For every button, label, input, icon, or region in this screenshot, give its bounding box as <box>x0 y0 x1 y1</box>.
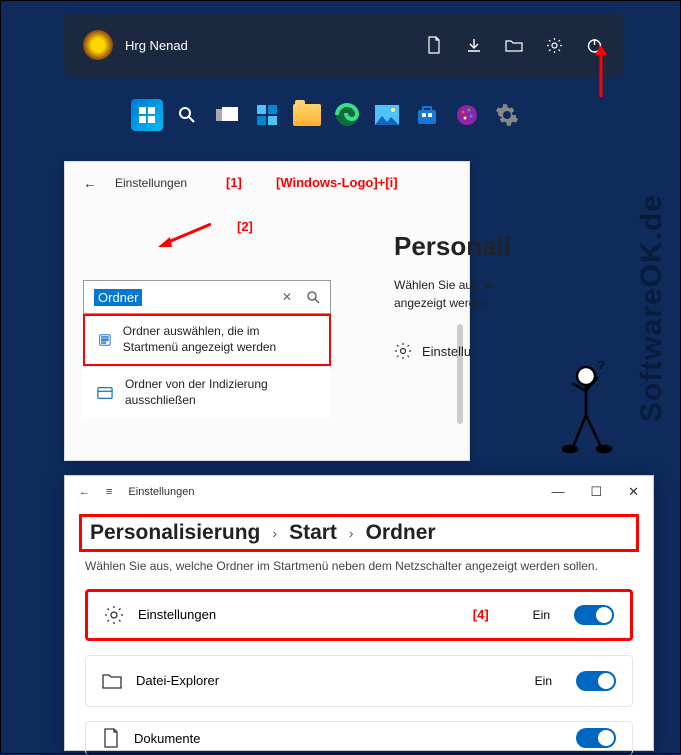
explorer-icon[interactable] <box>505 36 523 54</box>
chevron-icon: › <box>272 525 277 541</box>
store-icon[interactable] <box>411 99 443 131</box>
settings-title-2: Einstellungen <box>128 486 194 498</box>
minimize-icon[interactable]: — <box>551 484 564 500</box>
arrow-2 <box>595 45 607 97</box>
download-icon[interactable] <box>465 36 483 54</box>
annotation-1b: [Windows-Logo]+[i] <box>276 175 398 190</box>
taskview-icon[interactable] <box>211 99 243 131</box>
annotation-4: [4] <box>473 607 489 622</box>
row-label: Datei-Explorer <box>136 673 521 688</box>
menu-icon[interactable]: ≡ <box>106 486 112 498</box>
settings-title: Einstellungen <box>115 176 187 190</box>
row-label: Dokumente <box>134 731 562 746</box>
search-result-1[interactable]: Ordner auswählen, die im Startmenü angez… <box>83 314 331 366</box>
photos-icon[interactable] <box>371 99 403 131</box>
username[interactable]: Hrg Nenad <box>125 38 425 53</box>
breadcrumb: Personalisierung › Start › Ordner <box>79 514 639 552</box>
user-avatar[interactable] <box>83 30 113 60</box>
paint-icon[interactable] <box>451 99 483 131</box>
back-icon[interactable]: ← <box>83 175 97 191</box>
arrow-1 <box>156 219 211 247</box>
annotation-2: [2] <box>237 219 253 234</box>
gear-icon <box>104 605 124 625</box>
right-sub2: angezeigt werden <box>394 294 511 312</box>
document-icon <box>102 728 120 748</box>
edge-icon[interactable] <box>331 99 363 131</box>
close-icon[interactable]: ✕ <box>628 484 639 500</box>
watermark-right: SoftwareOK.de <box>635 194 669 422</box>
folder-icon <box>102 672 122 690</box>
search-icon[interactable] <box>171 99 203 131</box>
right-sub1: Wählen Sie aus, w <box>394 276 511 294</box>
toggle-row-dokumente: Dokumente <box>85 721 633 755</box>
widgets-icon[interactable] <box>251 99 283 131</box>
right-gear-row[interactable]: Einstellu <box>394 342 511 360</box>
svg-text:?: ? <box>598 361 605 372</box>
settings-taskbar-icon[interactable] <box>491 99 523 131</box>
search-result-2[interactable]: Ordner von der Indizierung ausschließen <box>83 366 331 418</box>
right-panel: Personali Wählen Sie aus, w angezeigt we… <box>394 231 511 360</box>
explorer-taskbar-icon[interactable] <box>291 99 323 131</box>
settings-window-2: ← ≡ Einstellungen — ☐ ✕ Personalisierung… <box>64 475 654 751</box>
row-label: Einstellungen <box>138 607 459 622</box>
maximize-icon[interactable]: ☐ <box>590 484 602 500</box>
bc-personalisation[interactable]: Personalisierung <box>90 521 260 545</box>
search-icon[interactable] <box>306 290 320 304</box>
toggle-switch[interactable] <box>576 671 616 691</box>
clear-icon[interactable]: ✕ <box>282 290 292 304</box>
toggle-switch[interactable] <box>574 605 614 625</box>
result-text-2: Ordner von der Indizierung ausschließen <box>125 377 317 408</box>
search-value: Ordner <box>94 289 142 306</box>
result-text-1: Ordner auswählen, die im Startmenü angez… <box>123 324 315 355</box>
page-description: Wählen Sie aus, welche Ordner im Startme… <box>65 558 653 575</box>
startmenu-bottom: Hrg Nenad <box>63 13 623 77</box>
start-button[interactable] <box>131 99 163 131</box>
toggle-row-einstellungen: Einstellungen [4] Ein <box>85 589 633 641</box>
bc-start[interactable]: Start <box>289 521 337 545</box>
settings-gear-icon[interactable] <box>545 36 563 54</box>
back-icon-2[interactable]: ← <box>79 486 90 498</box>
toggle-state: Ein <box>533 608 550 622</box>
toggle-state: Ein <box>535 674 552 688</box>
document-icon[interactable] <box>425 36 443 54</box>
right-title: Personali <box>394 231 511 262</box>
taskbar <box>131 99 523 131</box>
toggle-switch[interactable] <box>576 728 616 748</box>
search-input[interactable]: Ordner ✕ <box>83 280 331 314</box>
chevron-icon: › <box>349 525 354 541</box>
toggle-row-explorer: Datei-Explorer Ein <box>85 655 633 707</box>
thinking-figure: ? <box>556 361 616 461</box>
annotation-1: [1] <box>226 175 242 190</box>
bc-ordner: Ordner <box>366 521 436 545</box>
